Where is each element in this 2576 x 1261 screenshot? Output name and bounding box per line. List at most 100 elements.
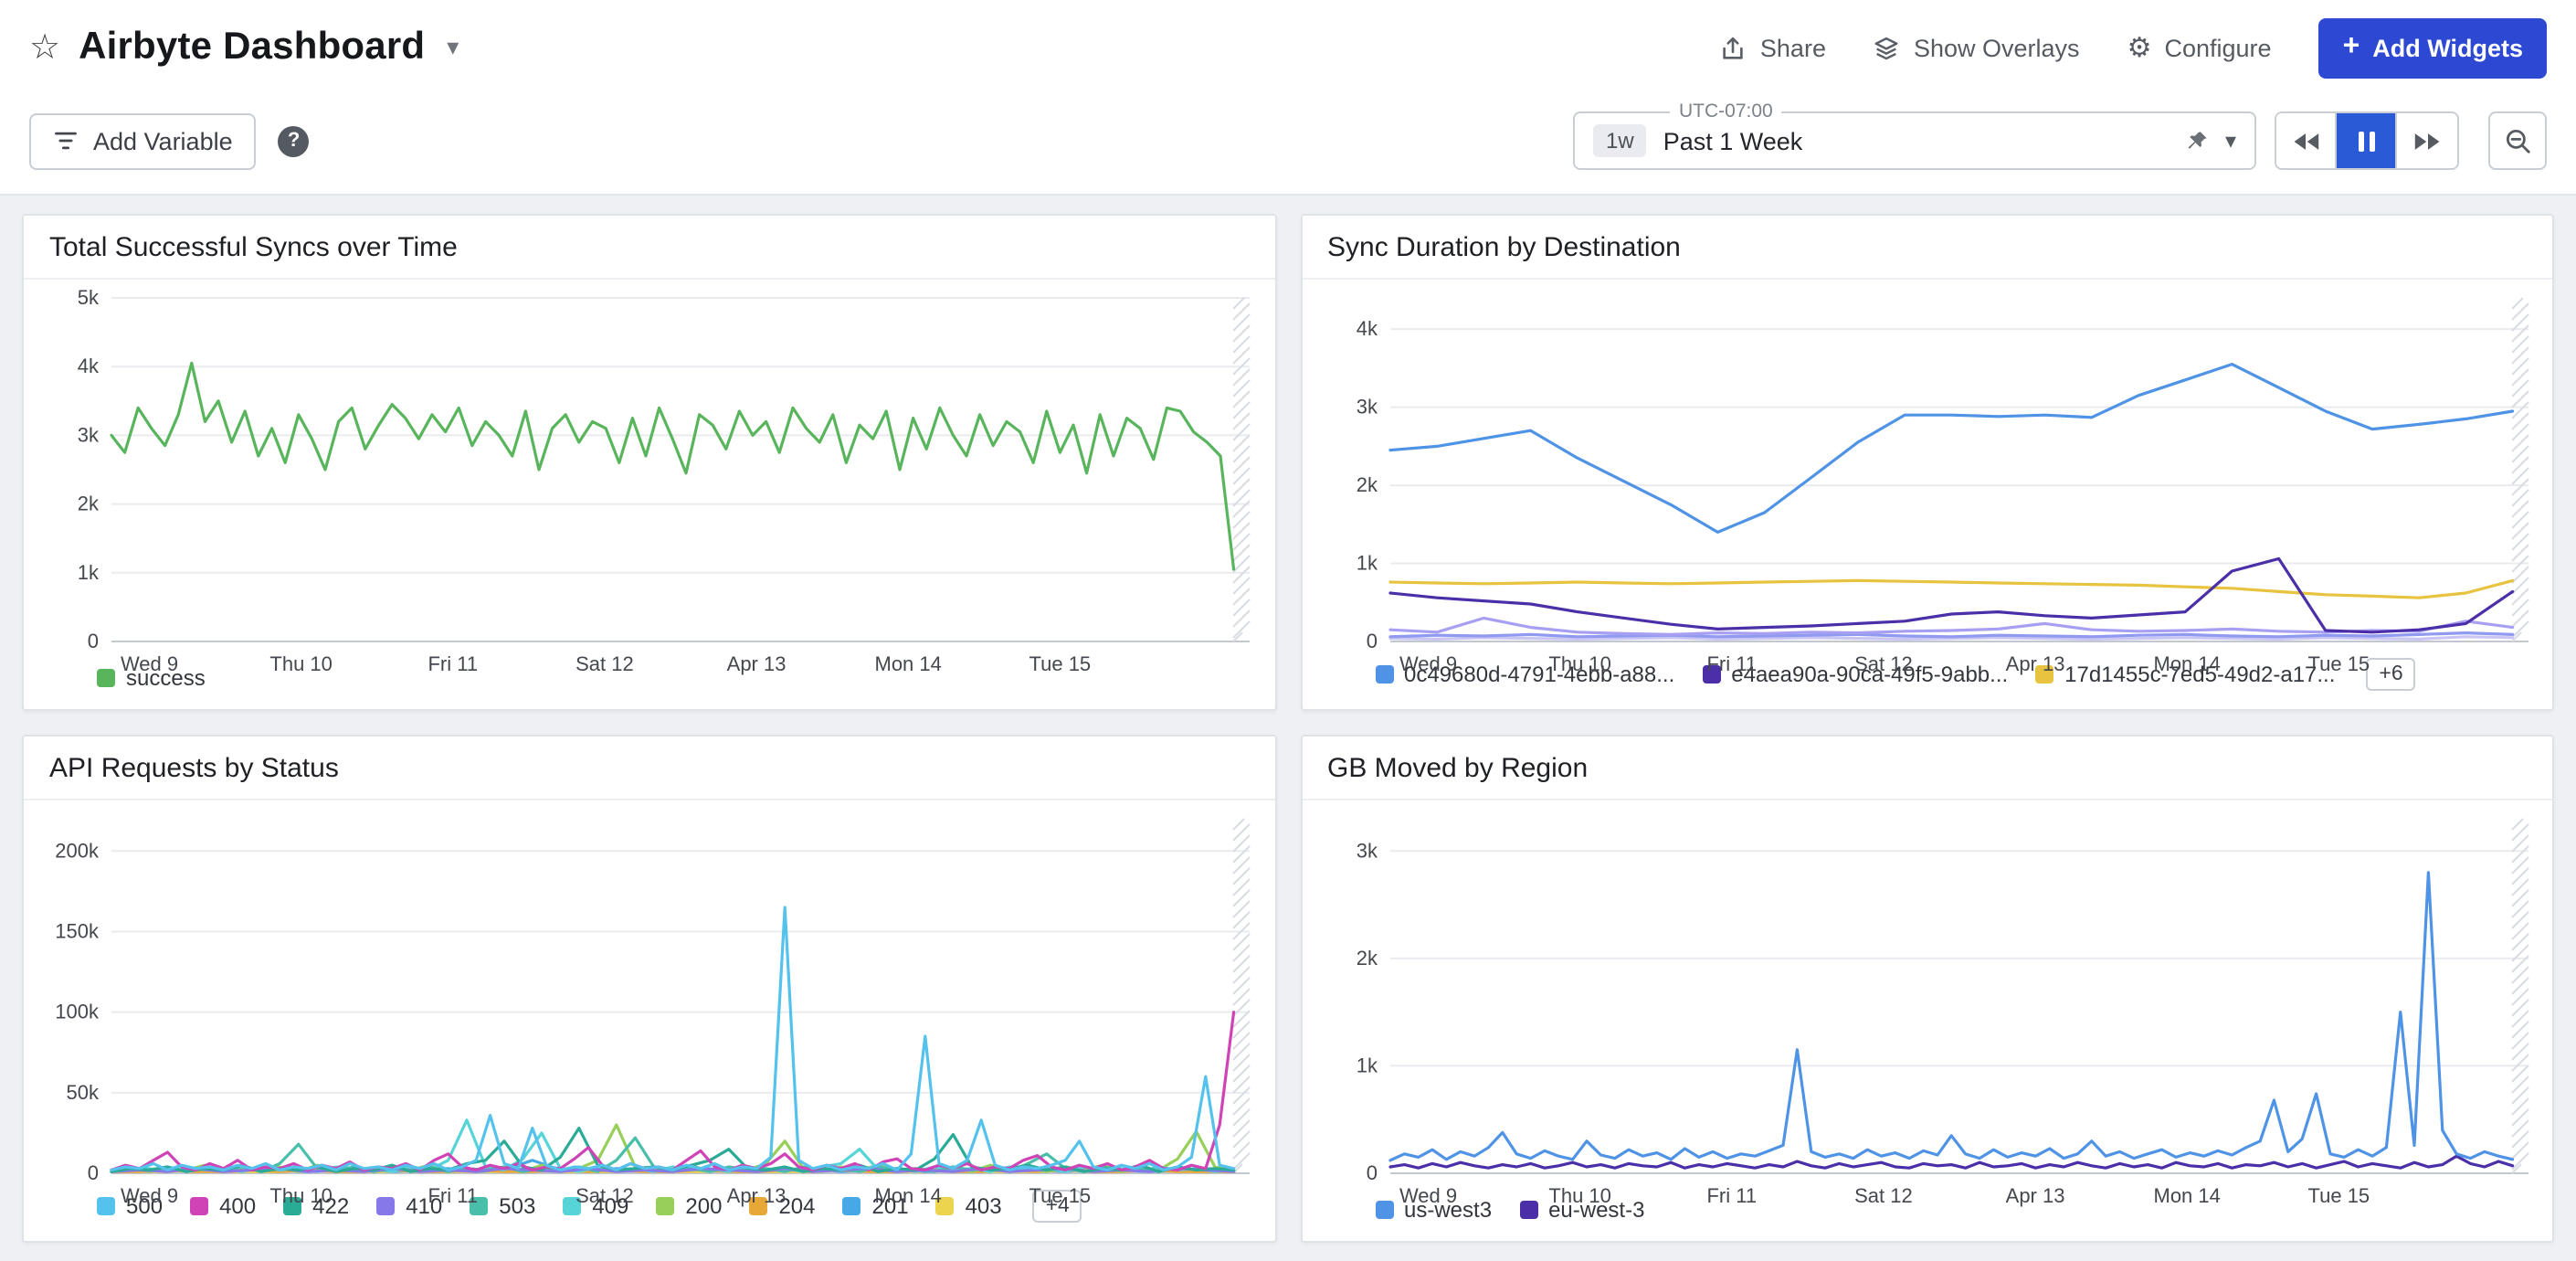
svg-text:4k: 4k xyxy=(1356,317,1378,340)
widget-total-syncs: Total Successful Syncs over Time 0 1k 2k 3k… xyxy=(22,214,1276,711)
svg-text:Fri 11: Fri 11 xyxy=(1705,652,1756,675)
chart-canvas: 01k2k3k4kWed 9Thu 10Fri 11Sat 12Apr 13Mo… xyxy=(1302,280,2553,682)
add-variable-label: Add Variable xyxy=(93,127,233,154)
svg-text:50k: 50k xyxy=(67,1081,100,1104)
zoom-out-button[interactable] xyxy=(2488,111,2547,170)
svg-text:Fri 11: Fri 11 xyxy=(428,652,478,675)
pause-icon xyxy=(2358,131,2374,151)
svg-text:Tue 15: Tue 15 xyxy=(1029,652,1091,675)
svg-text:Wed 9: Wed 9 xyxy=(1399,652,1456,675)
page-title: Airbyte Dashboard xyxy=(79,26,425,69)
show-overlays-label: Show Overlays xyxy=(1914,34,2080,61)
dashboard-page: ☆ Airbyte Dashboard ▾ Share Show Overlay… xyxy=(0,0,2576,1261)
svg-text:5k: 5k xyxy=(78,286,100,309)
widget-api-requests: API Requests by Status 050k100k150k200kW… xyxy=(22,735,1276,1243)
question-icon: ? xyxy=(288,130,300,152)
svg-text:1k: 1k xyxy=(1356,1054,1378,1076)
toolbar: Add Variable ? UTC-07:00 1w Past 1 Week … xyxy=(0,95,2576,196)
widget-grid: Total Successful Syncs over Time 0 1k 2k 3k… xyxy=(0,196,2576,1261)
add-widgets-label: Add Widgets xyxy=(2372,34,2523,61)
svg-text:Apr 13: Apr 13 xyxy=(2005,652,2064,675)
chart-sync-duration[interactable]: 01k2k3k4kWed 9Thu 10Fri 11Sat 12Apr 13Mo… xyxy=(1302,280,2552,649)
svg-text:Sat 12: Sat 12 xyxy=(575,1184,634,1207)
plus-icon: + xyxy=(2343,33,2360,62)
svg-text:Mon 14: Mon 14 xyxy=(875,652,942,675)
header-actions: Share Show Overlays ⚙ Configure + Add Wi… xyxy=(1720,17,2547,78)
svg-text:0: 0 xyxy=(88,630,99,652)
widget-title: GB Moved by Region xyxy=(1302,736,2552,800)
share-label: Share xyxy=(1760,34,1826,61)
svg-text:Wed 9: Wed 9 xyxy=(1399,1184,1456,1207)
filter-icon xyxy=(53,128,79,154)
favorite-star-icon[interactable]: ☆ xyxy=(29,30,60,65)
svg-text:150k: 150k xyxy=(55,919,100,942)
chart-canvas: 050k100k150k200kWed 9Thu 10Fri 11Sat 12A… xyxy=(24,800,1275,1213)
chart-total-syncs[interactable]: 01k2k3k4k5kWed 9Thu 10Fri 11Sat 12Apr 13… xyxy=(24,280,1274,656)
chart-canvas: 01k2k3kWed 9Thu 10Fri 11Sat 12Apr 13Mon … xyxy=(1302,800,2553,1213)
add-variable-button[interactable]: Add Variable xyxy=(29,112,257,169)
widget-sync-duration: Sync Duration by Destination 01k2k3k4kWe… xyxy=(1300,214,2554,711)
svg-text:Apr 13: Apr 13 xyxy=(2005,1184,2064,1207)
svg-text:Thu 10: Thu 10 xyxy=(269,1184,333,1207)
widget-title: API Requests by Status xyxy=(24,736,1274,800)
svg-text:2k: 2k xyxy=(1356,947,1378,970)
timezone-label: UTC-07:00 xyxy=(1670,101,1782,122)
help-button[interactable]: ? xyxy=(279,125,310,156)
share-button[interactable]: Share xyxy=(1720,34,1826,61)
svg-text:Tue 15: Tue 15 xyxy=(2307,1184,2369,1207)
svg-text:Sat 12: Sat 12 xyxy=(575,652,634,675)
svg-text:Tue 15: Tue 15 xyxy=(1029,1184,1091,1207)
svg-text:3k: 3k xyxy=(1356,839,1378,862)
pin-icon[interactable] xyxy=(2185,129,2209,153)
svg-text:Tue 15: Tue 15 xyxy=(2307,652,2369,675)
svg-text:Apr 13: Apr 13 xyxy=(727,652,787,675)
fast-forward-icon xyxy=(2412,131,2442,151)
widget-title: Sync Duration by Destination xyxy=(1302,216,2552,280)
svg-text:0: 0 xyxy=(88,1161,99,1184)
time-pause-button[interactable] xyxy=(2337,113,2397,168)
chart-api-requests[interactable]: 050k100k150k200kWed 9Thu 10Fri 11Sat 12A… xyxy=(24,800,1274,1181)
time-forward-button[interactable] xyxy=(2397,113,2457,168)
svg-text:Fri 11: Fri 11 xyxy=(1705,1184,1756,1207)
svg-text:1k: 1k xyxy=(78,561,100,584)
time-nav-group xyxy=(2275,111,2459,170)
zoom-out-icon xyxy=(2504,127,2531,154)
svg-text:Wed 9: Wed 9 xyxy=(121,652,178,675)
svg-text:Thu 10: Thu 10 xyxy=(1547,1184,1610,1207)
svg-text:Thu 10: Thu 10 xyxy=(1547,652,1610,675)
time-range-shortcut[interactable]: 1w xyxy=(1593,124,1647,157)
top-bar: ☆ Airbyte Dashboard ▾ Share Show Overlay… xyxy=(0,0,2576,95)
configure-label: Configure xyxy=(2164,34,2271,61)
svg-text:3k: 3k xyxy=(1356,396,1378,419)
svg-text:2k: 2k xyxy=(78,493,100,515)
layers-icon xyxy=(1874,34,1901,61)
svg-text:Sat 12: Sat 12 xyxy=(1853,652,1912,675)
svg-text:Fri 11: Fri 11 xyxy=(428,1184,478,1207)
svg-text:4k: 4k xyxy=(78,355,100,377)
time-back-button[interactable] xyxy=(2276,113,2337,168)
svg-text:Mon 14: Mon 14 xyxy=(875,1184,942,1207)
svg-text:Wed 9: Wed 9 xyxy=(121,1184,178,1207)
chart-canvas: 0 1k 2k 3k 4k 5k Wed 9 Thu 10 Fri 11 Sat 12 Apr 13… xyxy=(24,280,1275,682)
time-range-picker[interactable]: UTC-07:00 1w Past 1 Week ▾ xyxy=(1573,111,2256,170)
svg-text:Mon 14: Mon 14 xyxy=(2153,1184,2220,1207)
title-area: ☆ Airbyte Dashboard ▾ xyxy=(29,26,462,69)
title-chevron-down-icon[interactable]: ▾ xyxy=(443,29,462,66)
configure-button[interactable]: ⚙ Configure xyxy=(2127,34,2272,61)
show-overlays-button[interactable]: Show Overlays xyxy=(1874,34,2080,61)
svg-text:Mon 14: Mon 14 xyxy=(2153,652,2220,675)
svg-text:Thu 10: Thu 10 xyxy=(269,652,333,675)
widget-title: Total Successful Syncs over Time xyxy=(24,216,1274,280)
rewind-icon xyxy=(2291,131,2320,151)
svg-text:3k: 3k xyxy=(78,423,100,446)
svg-text:200k: 200k xyxy=(55,839,100,862)
add-widgets-button[interactable]: + Add Widgets xyxy=(2319,17,2547,78)
chart-gb-moved[interactable]: 01k2k3kWed 9Thu 10Fri 11Sat 12Apr 13Mon … xyxy=(1302,800,2552,1188)
widget-gb-moved: GB Moved by Region 01k2k3kWed 9Thu 10Fri… xyxy=(1300,735,2554,1243)
svg-text:Sat 12: Sat 12 xyxy=(1853,1184,1912,1207)
time-range-label: Past 1 Week xyxy=(1663,127,2169,154)
svg-text:2k: 2k xyxy=(1356,473,1378,496)
time-controls: UTC-07:00 1w Past 1 Week ▾ xyxy=(1573,111,2547,170)
svg-text:0: 0 xyxy=(1366,630,1377,652)
caret-down-icon[interactable]: ▾ xyxy=(2225,128,2236,154)
